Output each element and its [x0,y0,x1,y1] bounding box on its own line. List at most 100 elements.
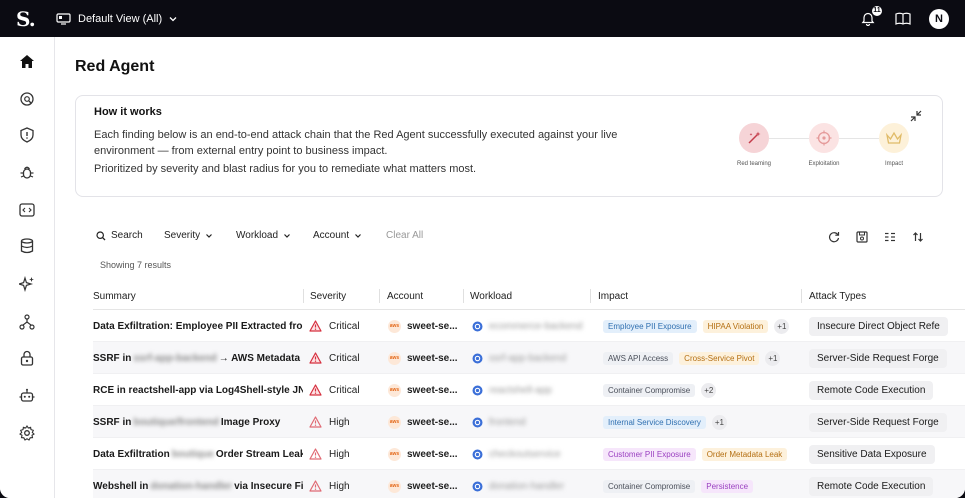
database-icon [20,238,34,254]
column-header-impact[interactable]: Impact [598,291,628,302]
attack-type-cell: Remote Code Execution [809,374,965,406]
table-row[interactable]: SSRF in boutique/frontend Image Proxy Hig… [93,406,965,438]
warning-triangle-icon [309,384,322,396]
table-row[interactable]: RCE in reactshell-app via Log4Shell-styl… [93,374,965,406]
workload-filter-label: Workload [236,230,279,241]
impact-cell: Container Compromise +2 [603,374,803,406]
redacted-name: boutique/frontend [133,416,219,428]
impact-tag: AWS API Access [603,351,674,365]
chevron-down-icon [169,16,177,21]
column-header-account[interactable]: Account [387,291,423,302]
shield-icon [20,127,34,143]
workload-name[interactable]: ecommerce-backend [489,321,582,332]
more-impacts-badge[interactable]: +1 [774,318,790,334]
how-it-works-card: How it works Each finding below is an en… [75,95,943,197]
impact-tag: Order Metadata Leak [701,447,788,461]
impact-tag: Persistence [701,479,754,493]
sidebar-item-data[interactable] [17,236,37,256]
sidebar-item-vulnerabilities[interactable] [17,162,37,182]
summary-cell: Data Exfiltration: Employee PII Extracte… [93,310,303,342]
table-row[interactable]: SSRF in ssrf-app-backend → AWS Metadata … [93,342,965,374]
account-name: sweet-se... [407,448,458,460]
sidebar-item-settings[interactable] [17,423,37,443]
sparkles-icon [19,276,34,292]
page-title: Red Agent [75,58,155,75]
aws-icon: aws [388,383,401,397]
account-filter[interactable]: Account [313,230,362,241]
table-row[interactable]: Data Exfiltration boutique Order Stream … [93,438,965,470]
sidebar-item-graph[interactable] [17,312,37,332]
view-selector[interactable]: Default View (All) [56,13,177,25]
search-icon [96,230,106,240]
top-bar: S. Default View (All) 11 N [0,0,965,37]
attack-type-tag: Remote Code Execution [809,380,934,400]
sidebar [0,37,55,498]
summary-text: Data Exfiltration [93,448,170,460]
workload-name[interactable]: reactshell-app [489,385,552,396]
column-header-workload[interactable]: Workload [470,291,512,302]
sidebar-item-code[interactable] [17,200,37,220]
workload-name[interactable]: ssrf-app-backend [489,353,566,364]
severity-filter-label: Severity [164,230,201,241]
account-cell: aws sweet-se... [388,310,466,342]
save-view-icon[interactable] [856,231,868,243]
summary-cell: SSRF in boutique/frontend Image Proxy [93,406,303,438]
workload-name[interactable]: donation-handler [489,481,564,492]
sidebar-item-secrets[interactable] [17,348,37,368]
step-exploitation: Exploitation [794,123,854,167]
search-scan-icon [20,92,34,106]
sort-icon[interactable] [912,231,924,243]
attack-type-cell: Insecure Direct Object Refe [809,310,965,342]
how-it-works-note: Prioritized by severity and blast radius… [94,163,477,175]
sidebar-item-home[interactable] [17,51,37,71]
aws-icon: aws [388,479,401,493]
table-row[interactable]: Data Exfiltration: Employee PII Extracte… [93,310,965,342]
target-icon [809,123,839,153]
severity-filter[interactable]: Severity [164,230,213,241]
impact-tag: HIPAA Violation [702,319,769,333]
column-header-summary[interactable]: Summary [93,291,136,302]
impact-cell: Internal Service Discovery +1 [603,406,803,438]
chevron-down-icon [284,233,290,238]
workload-cell: donation-handler [472,470,592,498]
workload-name[interactable]: frontend [489,417,526,428]
summary-text: RCE in reactshell-app via Log4Shell-styl… [93,384,303,396]
more-impacts-badge[interactable]: +1 [711,414,727,430]
user-avatar[interactable]: N [929,8,949,29]
search-filter[interactable]: Search [96,230,143,241]
workload-name[interactable]: checkoutservice [489,449,561,460]
how-it-works-description: Each finding below is an end-to-end atta… [94,129,618,157]
sidebar-item-red-agent[interactable] [17,386,37,406]
app-logo[interactable]: S. [0,7,56,31]
more-impacts-badge[interactable]: +1 [765,350,781,366]
impact-cell: Customer PII Exposure Order Metadata Leak [603,438,803,470]
warning-triangle-icon [309,320,322,332]
more-impacts-badge[interactable]: +2 [701,382,717,398]
attack-steps: Red teaming Exploitation Impact [724,123,914,175]
sidebar-item-ai[interactable] [17,274,37,294]
columns-icon[interactable] [884,231,896,243]
step-impact: Impact [864,123,924,167]
column-header-attack-types[interactable]: Attack Types [809,291,866,302]
results-count: Showing 7 results [100,260,172,270]
severity-label: High [329,448,350,460]
column-header-severity[interactable]: Severity [310,291,346,302]
kubernetes-icon [472,417,483,427]
clear-all-button[interactable]: Clear All [386,230,423,241]
impact-tag: Employee PII Exposure [603,319,697,333]
summary-cell: RCE in reactshell-app via Log4Shell-styl… [93,374,303,406]
robot-icon [19,388,35,402]
refresh-icon[interactable] [828,231,840,243]
summary-text: SSRF in [93,352,132,364]
table-row[interactable]: Webshell in donation-handler via Insecur… [93,470,965,498]
severity-cell: High [309,438,381,470]
book-icon[interactable] [895,12,911,25]
sidebar-item-discovery[interactable] [17,89,37,109]
attack-type-cell: Remote Code Execution [809,470,965,498]
notifications-button[interactable]: 11 [861,5,882,27]
summary-cell: SSRF in ssrf-app-backend → AWS Metadata … [93,342,303,374]
collapse-icon[interactable] [910,110,922,122]
sidebar-item-security[interactable] [17,125,37,145]
table-header: Summary Severity Account Workload Impact… [93,285,965,310]
workload-filter[interactable]: Workload [236,230,291,241]
